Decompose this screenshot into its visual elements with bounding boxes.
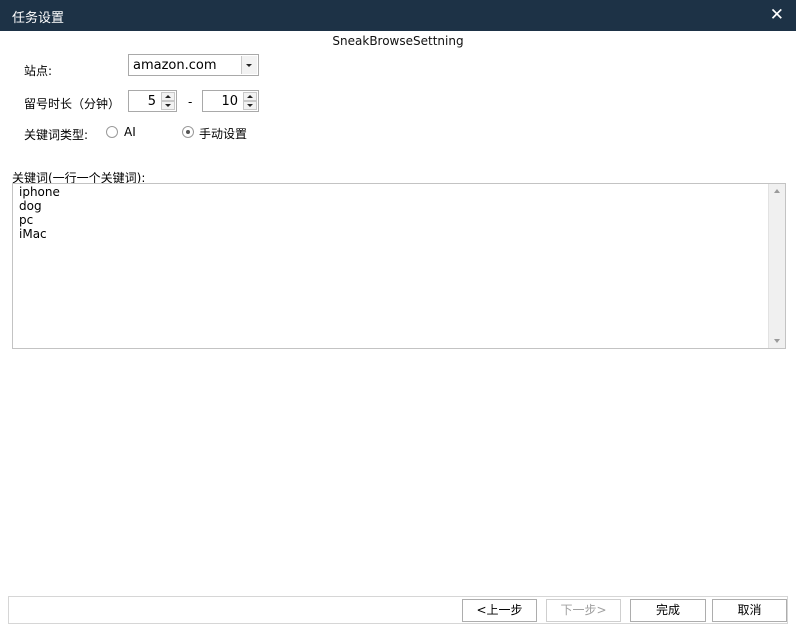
radio-ai-label[interactable]: AI (124, 125, 136, 139)
keyword-type-label: 关键词类型: (24, 128, 89, 142)
increment-arrow-icon[interactable] (161, 92, 175, 101)
keyword-line: iphone (19, 185, 60, 199)
keywords-textarea[interactable]: iphone dog pc iMac (12, 183, 786, 349)
stay-max-stepper[interactable]: 10 (202, 90, 259, 112)
keyword-line: pc (19, 213, 34, 227)
radio-manual-label[interactable]: 手动设置 (199, 125, 247, 142)
close-icon[interactable]: ✕ (770, 5, 784, 25)
radio-manual[interactable] (182, 126, 194, 138)
site-select-value: amazon.com (133, 58, 217, 73)
stay-min-stepper[interactable]: 5 (128, 90, 177, 112)
range-separator: - (188, 95, 193, 109)
radio-ai[interactable] (106, 126, 118, 138)
prev-button[interactable]: <上一步 (462, 599, 537, 622)
title-bar: 任务设置 ✕ (0, 0, 796, 31)
decrement-arrow-icon[interactable] (243, 101, 257, 110)
decrement-arrow-icon[interactable] (161, 101, 175, 110)
next-button[interactable]: 下一步> (546, 599, 621, 622)
finish-button[interactable]: 完成 (630, 599, 706, 622)
chevron-down-icon[interactable] (241, 56, 257, 74)
site-select[interactable]: amazon.com (128, 54, 259, 76)
keyword-line: dog (19, 199, 42, 213)
keyword-line: iMac (19, 227, 47, 241)
scroll-up-icon[interactable] (774, 189, 780, 193)
site-label: 站点: (24, 64, 53, 78)
stay-min-value: 5 (147, 94, 156, 109)
cancel-button[interactable]: 取消 (712, 599, 787, 622)
vertical-scrollbar[interactable] (768, 184, 785, 348)
scroll-down-icon[interactable] (774, 339, 780, 343)
page-heading: SneakBrowseSettning (332, 34, 464, 48)
increment-arrow-icon[interactable] (243, 92, 257, 101)
stay-duration-label: 留号时长（分钟） (24, 97, 121, 111)
window-title: 任务设置 (12, 11, 65, 26)
stay-max-value: 10 (221, 94, 238, 109)
